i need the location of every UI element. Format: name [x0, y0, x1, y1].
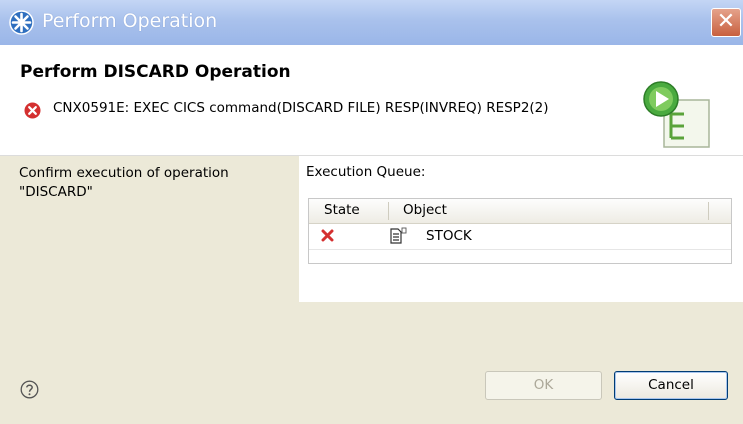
dialog-header: Perform DISCARD Operation CNX0591E: EXEC… [0, 45, 743, 155]
column-divider[interactable] [708, 202, 709, 220]
page-title: Perform DISCARD Operation [20, 62, 291, 82]
error-message: CNX0591E: EXEC CICS command(DISCARD FILE… [53, 100, 549, 116]
ok-button[interactable]: OK [485, 371, 602, 400]
close-icon: ✕ [716, 9, 736, 34]
confirm-message: Confirm execution of operation "DISCARD" [19, 165, 229, 200]
column-header-object[interactable]: Object [403, 202, 447, 218]
column-divider[interactable] [388, 202, 389, 220]
operation-icon [9, 10, 34, 35]
object-name: STOCK [426, 228, 472, 244]
execution-queue-panel: Execution Queue: State Object STOCK [299, 156, 743, 302]
error-circle-icon [24, 102, 41, 119]
dialog-body: Confirm execution of operation "DISCARD"… [0, 156, 743, 424]
table-header: State Object [309, 199, 731, 224]
table-row[interactable]: STOCK [309, 224, 731, 250]
execution-queue-table[interactable]: State Object STOCK [308, 198, 732, 264]
window-title: Perform Operation [42, 10, 218, 32]
close-button[interactable]: ✕ [711, 8, 741, 37]
cancel-button[interactable]: Cancel [614, 371, 728, 400]
file-icon [390, 227, 407, 244]
column-header-state[interactable]: State [324, 202, 360, 218]
help-icon[interactable] [20, 380, 39, 399]
execution-queue-label: Execution Queue: [306, 164, 426, 180]
title-bar[interactable]: Perform Operation ✕ [0, 0, 743, 45]
run-operation-icon [643, 81, 710, 148]
failed-x-icon [321, 229, 334, 242]
